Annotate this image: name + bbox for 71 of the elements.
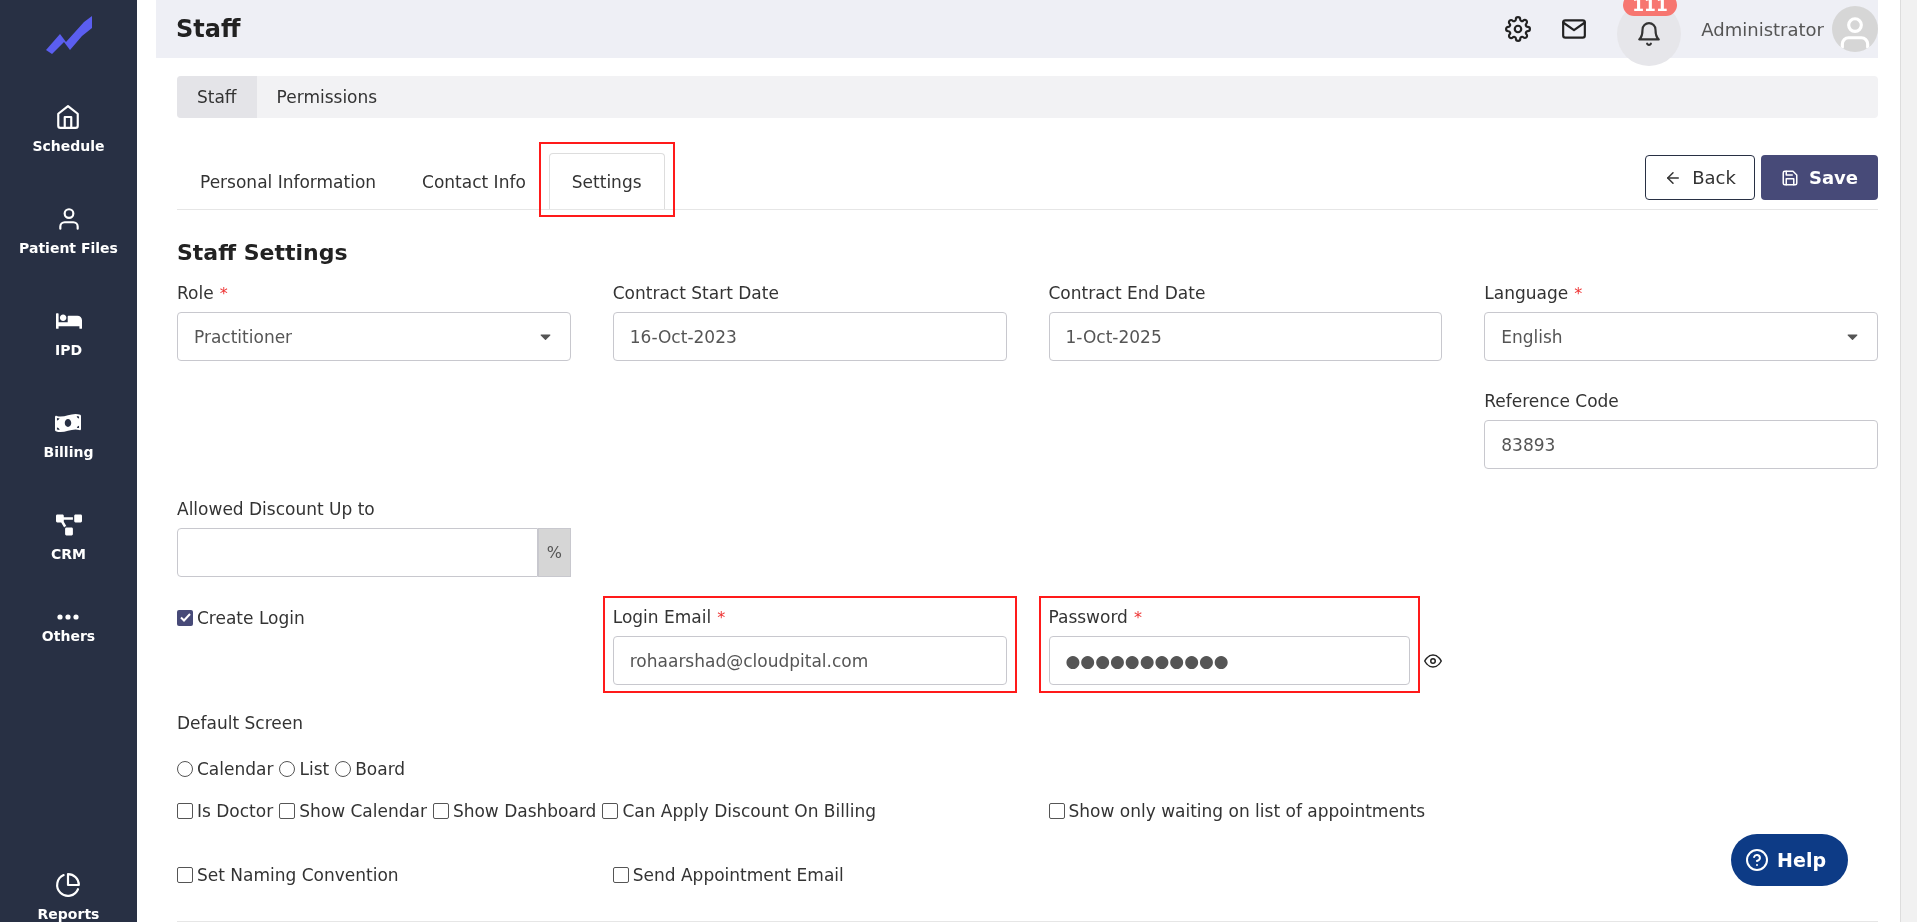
checkbox-option[interactable]: Send Appointment Email — [612, 865, 844, 885]
field-label: Contract End Date — [1048, 283, 1206, 303]
sidebar-item[interactable]: Others — [41, 614, 96, 644]
radio-option[interactable]: Calendar — [177, 759, 274, 779]
checkbox-option[interactable]: Show Dashboard — [432, 801, 597, 821]
pie-chart-icon — [55, 872, 82, 898]
radio[interactable] — [279, 761, 296, 777]
help-icon — [1745, 848, 1770, 872]
radio[interactable] — [335, 761, 352, 777]
required-mark: * — [717, 607, 726, 627]
save-button[interactable]: Save — [1760, 155, 1878, 200]
input-field[interactable]: 83893 — [1484, 420, 1878, 469]
field-label: Role — [177, 283, 214, 303]
checkbox[interactable] — [432, 803, 449, 819]
checkbox[interactable] — [602, 803, 619, 819]
field-label: Language — [1484, 283, 1569, 303]
section-title: Staff Settings — [177, 240, 349, 265]
checkbox[interactable] — [612, 867, 629, 883]
role-select[interactable]: Practitioner — [177, 312, 571, 361]
radio[interactable] — [177, 761, 193, 777]
checkbox-option[interactable]: Show only waiting on list of appointments — [1048, 801, 1426, 821]
sidebar-item[interactable]: Reports — [37, 872, 100, 922]
required-mark: * — [1133, 607, 1142, 627]
language-select[interactable]: English — [1484, 312, 1878, 361]
eye-icon[interactable] — [1424, 652, 1443, 670]
field-label: Login Email — [612, 607, 712, 627]
required-mark: * — [1574, 283, 1583, 303]
mail-icon[interactable] — [1561, 16, 1588, 42]
sidebar-item[interactable]: Patient Files — [19, 206, 118, 256]
checkbox-option[interactable]: Create Login — [177, 607, 305, 628]
date-field[interactable]: 1-Oct-2025 — [1048, 312, 1443, 361]
password-field[interactable]: ●●●●●●●●●●● — [1048, 636, 1411, 685]
help-button[interactable]: Help — [1731, 834, 1848, 886]
logo-icon — [43, 14, 94, 54]
section-tab[interactable]: Staff — [177, 76, 257, 118]
sidebar-item[interactable]: CRM — [51, 512, 86, 562]
checkbox-option[interactable]: Can Apply Discount On Billing — [602, 801, 876, 821]
checkbox[interactable] — [177, 803, 193, 819]
home-icon — [55, 104, 82, 130]
sidebar-item[interactable]: Schedule — [32, 104, 105, 154]
percent-addon: % — [537, 528, 571, 577]
sidebar-item[interactable]: IPD — [54, 308, 83, 358]
user-name[interactable]: Administrator — [1701, 18, 1824, 40]
back-button[interactable]: Back — [1645, 155, 1755, 200]
checkbox-option[interactable]: Is Doctor — [177, 801, 274, 821]
checkbox-option[interactable]: Show Calendar — [279, 801, 427, 821]
form-tab[interactable]: Settings — [548, 153, 665, 209]
section-tab[interactable]: Permissions — [256, 76, 398, 118]
settings-icon[interactable] — [1505, 16, 1532, 42]
date-field[interactable]: 16-Oct-2023 — [612, 312, 1007, 361]
field-label: Password — [1048, 607, 1128, 627]
checkbox[interactable] — [177, 609, 193, 626]
sidebar-item[interactable]: Billing — [43, 410, 94, 460]
field-label: Contract Start Date — [612, 283, 779, 303]
nodes-icon — [55, 512, 82, 538]
checkbox[interactable] — [1048, 803, 1065, 819]
field-label: Allowed Discount Up to — [177, 499, 375, 519]
checkbox[interactable] — [279, 803, 296, 819]
save-icon — [1780, 168, 1799, 187]
radio-option[interactable]: List — [279, 759, 330, 779]
email-field[interactable]: rohaarshad@cloudpital.com — [612, 636, 1007, 685]
bell-icon — [1636, 21, 1663, 47]
input-field[interactable] — [177, 528, 538, 577]
required-mark: * — [219, 283, 228, 303]
checkbox[interactable] — [177, 867, 193, 883]
field-label: Reference Code — [1484, 391, 1619, 411]
page-title: Staff — [176, 15, 242, 43]
checkbox-option[interactable]: Set Naming Convention — [177, 865, 399, 885]
radio-option[interactable]: Board — [335, 759, 406, 779]
field-label: Default Screen — [177, 713, 304, 733]
dots-icon — [57, 614, 80, 620]
